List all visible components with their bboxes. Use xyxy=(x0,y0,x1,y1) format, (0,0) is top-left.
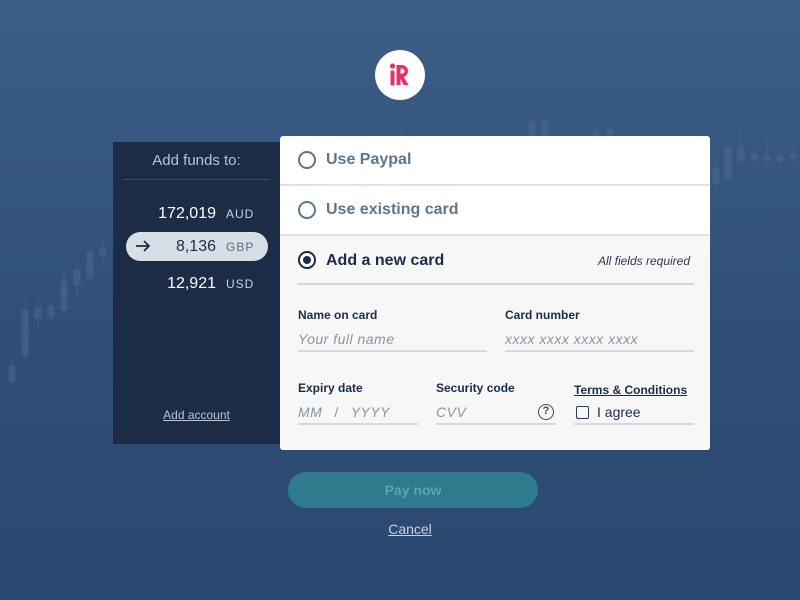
payment-card: Use Paypal Use existing card Add a new c… xyxy=(280,136,710,450)
new-card-section: Add a new card All fields required Name … xyxy=(280,236,710,450)
option-existing-card[interactable]: Use existing card xyxy=(280,186,710,236)
pay-now-button[interactable]: Pay now xyxy=(288,472,538,508)
agree-row[interactable]: I agree xyxy=(574,401,694,425)
expiry-separator: / xyxy=(334,404,339,420)
add-account-link[interactable]: Add account xyxy=(113,408,280,422)
card-number-field: Card number xyxy=(505,308,694,354)
new-card-title: Add a new card xyxy=(326,252,445,269)
expiry-label: Expiry date xyxy=(298,381,363,395)
account-amount: 12,921 xyxy=(167,274,216,292)
account-currency: AUD xyxy=(226,206,255,221)
account-currency: GBP xyxy=(226,239,255,254)
account-amount: 8,136 xyxy=(175,237,216,255)
account-row-gbp[interactable]: 8,136 GBP xyxy=(126,232,268,261)
security-code-field: Security code ? xyxy=(436,381,556,427)
divider xyxy=(297,283,694,285)
expiry-input[interactable]: MM / YYYY xyxy=(298,401,418,425)
accounts-panel: Add funds to: 172,019 AUD 8,136 GBP 12,9… xyxy=(113,142,280,444)
cancel-link[interactable]: Cancel xyxy=(350,521,470,537)
accounts-title: Add funds to: xyxy=(123,152,270,180)
expiry-year[interactable]: YYYY xyxy=(351,404,390,420)
account-amount: 172,019 xyxy=(158,204,216,222)
agree-label: I agree xyxy=(597,404,641,420)
arrow-right-icon xyxy=(135,238,151,259)
account-row-aud[interactable]: 172,019 AUD xyxy=(126,199,268,228)
account-row-usd[interactable]: 12,921 USD xyxy=(126,269,268,298)
expiry-field: Expiry date MM / YYYY xyxy=(298,381,418,427)
option-label: Use Paypal xyxy=(326,151,412,168)
app-logo xyxy=(375,50,425,100)
name-field: Name on card xyxy=(298,308,487,354)
card-number-input[interactable] xyxy=(505,328,694,352)
terms-link[interactable]: Terms & Conditions xyxy=(574,383,687,397)
help-icon[interactable]: ? xyxy=(538,404,554,420)
card-number-label: Card number xyxy=(505,308,580,322)
terms-field: Terms & Conditions I agree xyxy=(574,381,694,427)
required-note: All fields required xyxy=(597,254,690,268)
radio-paypal[interactable] xyxy=(298,151,316,169)
agree-checkbox[interactable] xyxy=(576,405,589,419)
security-code-label: Security code xyxy=(436,381,515,395)
account-currency: USD xyxy=(226,276,255,291)
name-input[interactable] xyxy=(298,328,487,352)
name-label: Name on card xyxy=(298,308,378,322)
radio-existing-card[interactable] xyxy=(298,201,316,219)
expiry-month[interactable]: MM xyxy=(298,404,322,420)
option-label: Use existing card xyxy=(326,201,459,218)
option-paypal[interactable]: Use Paypal xyxy=(280,136,710,186)
radio-new-card[interactable] xyxy=(298,251,316,269)
logo-icon xyxy=(389,63,409,86)
